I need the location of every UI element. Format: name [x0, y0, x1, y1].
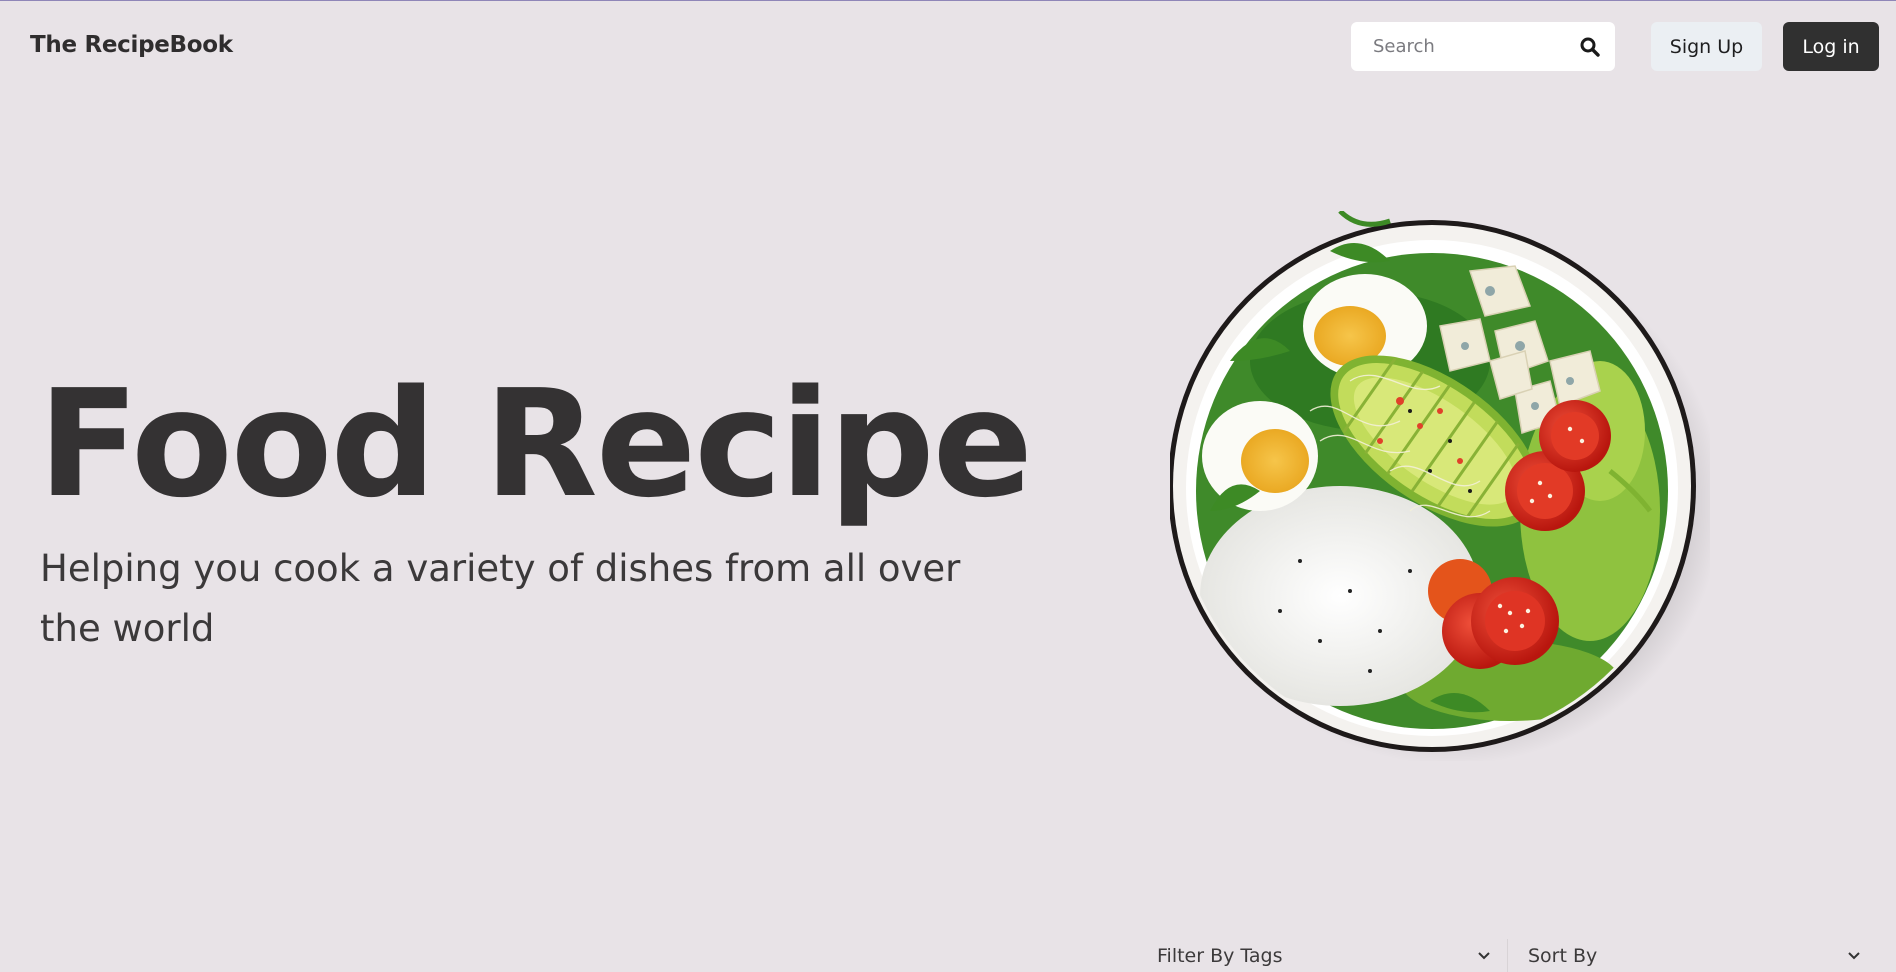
- brand-logo[interactable]: The RecipeBook: [30, 32, 233, 58]
- search-input[interactable]: [1351, 22, 1561, 71]
- search-button[interactable]: [1575, 32, 1605, 62]
- filter-by-tags-label: Filter By Tags: [1157, 944, 1283, 967]
- salad-bowl-image: [1168, 209, 1722, 765]
- search-box: [1351, 22, 1615, 71]
- hero-subtitle: Helping you cook a variety of dishes fro…: [40, 547, 961, 650]
- login-button[interactable]: Log in: [1783, 22, 1879, 71]
- chevron-down-icon: [1478, 951, 1490, 959]
- chevron-down-icon: [1848, 951, 1860, 959]
- search-icon: [1580, 37, 1600, 57]
- hero-title: Food Recipe: [38, 358, 1033, 530]
- sort-by-select[interactable]: Sort By: [1507, 939, 1862, 972]
- filter-by-tags-select[interactable]: Filter By Tags: [1157, 939, 1492, 972]
- navbar: The RecipeBook Sign Up Log in: [0, 1, 1896, 95]
- sort-by-label: Sort By: [1528, 944, 1598, 967]
- signup-button[interactable]: Sign Up: [1651, 22, 1762, 71]
